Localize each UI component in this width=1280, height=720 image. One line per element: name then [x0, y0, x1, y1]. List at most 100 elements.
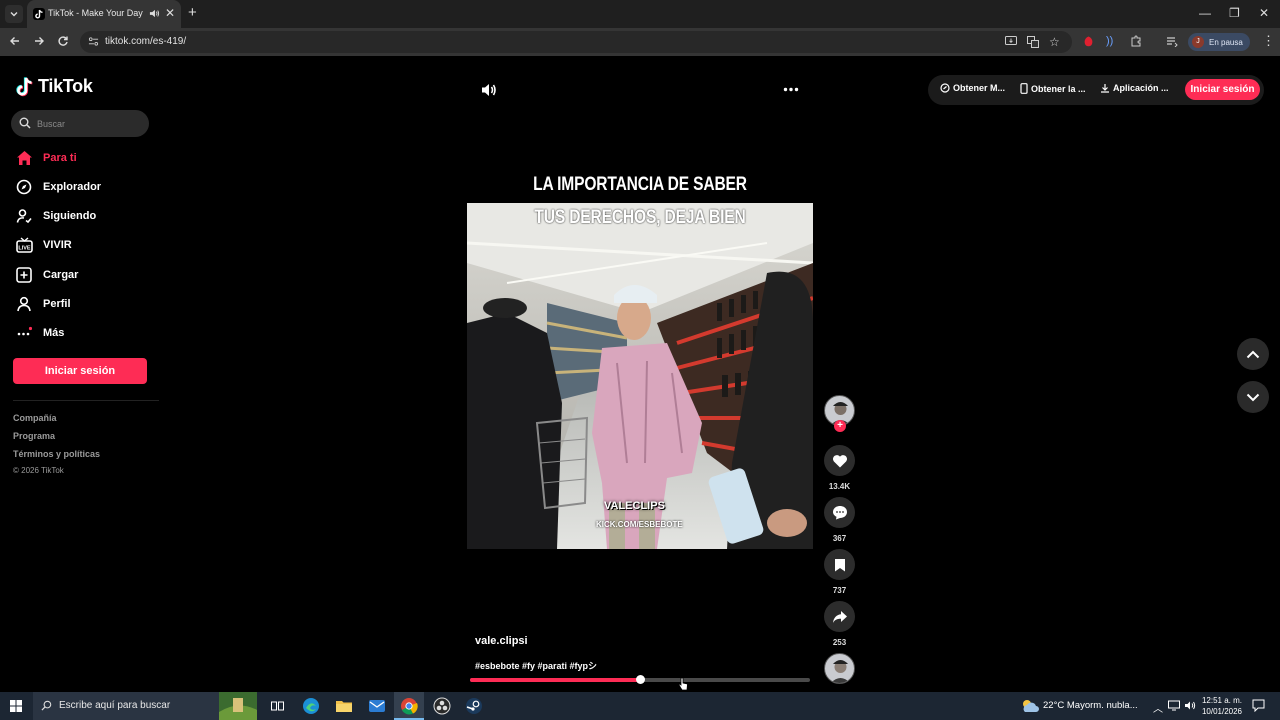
- compass-icon: [14, 177, 34, 197]
- next-video-button[interactable]: [1237, 381, 1269, 413]
- sidebar-item-cargar[interactable]: Cargar: [14, 264, 154, 286]
- search-icon: [19, 117, 31, 129]
- save-button[interactable]: [824, 549, 855, 580]
- save-count: 737: [832, 586, 847, 595]
- steam-icon[interactable]: [465, 697, 483, 715]
- tray-expand-icon[interactable]: ︿: [1153, 700, 1163, 715]
- like-button[interactable]: [824, 445, 855, 476]
- taskbar-clock[interactable]: 12:51 a. m. 10/01/2026: [1199, 695, 1245, 717]
- weather-cloud-icon[interactable]: [1020, 697, 1040, 715]
- video-author[interactable]: vale.clipsi: [475, 635, 528, 647]
- video-progress-handle[interactable]: [635, 675, 645, 684]
- copyright: © 2026 TikTok: [13, 466, 64, 475]
- video-description[interactable]: #esbebote #fy #parati #fypシ: [475, 659, 597, 672]
- previous-video-button[interactable]: [1237, 338, 1269, 370]
- profile-icon: [14, 294, 34, 314]
- follow-button[interactable]: +: [834, 420, 846, 432]
- bookmark-star-icon[interactable]: ☆: [1049, 35, 1060, 49]
- clock-date: 10/01/2026: [1201, 707, 1243, 716]
- taskbar-search[interactable]: Escribe aquí para buscar: [33, 692, 257, 720]
- sidebar-item-perfil[interactable]: Perfil: [14, 293, 154, 315]
- desktop-app-button[interactable]: Aplicación ...: [1100, 83, 1169, 93]
- sidebar-item-label: Explorador: [43, 181, 102, 193]
- share-button[interactable]: [824, 601, 855, 632]
- footer-link-terminos[interactable]: Términos y políticas: [13, 449, 100, 459]
- tab-close-icon[interactable]: ✕: [165, 7, 175, 19]
- sidebar-item-label: Más: [43, 327, 65, 339]
- heart-icon: [832, 454, 847, 467]
- browser-tab-bar: TikTok - Make Your Day ✕ + — ❐ ✕: [0, 0, 1280, 28]
- back-icon[interactable]: [9, 35, 21, 47]
- top-login-button[interactable]: Iniciar sesión: [1185, 79, 1260, 100]
- mail-icon[interactable]: [368, 697, 386, 715]
- video-caption-line-2: TUS DERECHOS, DEJA BIEN: [534, 207, 746, 228]
- notifications-icon[interactable]: [1252, 699, 1265, 712]
- get-coins-label: Obtener M...: [953, 83, 1006, 93]
- new-tab-icon[interactable]: +: [188, 5, 197, 21]
- share-icon: [832, 610, 847, 623]
- sidebar-item-label: Siguiendo: [43, 210, 97, 222]
- video-more-icon[interactable]: [783, 87, 799, 92]
- tab-title: TikTok - Make Your Day: [48, 8, 143, 18]
- volume-icon[interactable]: [481, 82, 497, 98]
- footer-link-programa[interactable]: Programa: [13, 431, 55, 441]
- browser-toolbar: tiktok.com/es-419/ ☆ )) J En pausa ⋮: [0, 28, 1280, 56]
- tab-audio-icon[interactable]: [149, 8, 160, 19]
- windows-taskbar: Escribe aquí para buscar 22°C Mayorm. nu…: [0, 692, 1280, 720]
- taskbar-search-icon: [41, 700, 52, 711]
- live-icon: LIVE: [14, 235, 34, 255]
- search-input[interactable]: [37, 116, 142, 132]
- search-box[interactable]: [11, 110, 149, 137]
- footer-link-compania[interactable]: Compañía: [13, 413, 57, 423]
- edge-icon[interactable]: [302, 697, 320, 715]
- minimize-icon[interactable]: —: [1199, 6, 1211, 20]
- taskbar-search-text: Escribe aquí para buscar: [59, 700, 171, 711]
- sidebar-login-button[interactable]: Iniciar sesión: [13, 358, 147, 384]
- site-info-icon[interactable]: [88, 36, 99, 47]
- video-caption-line-1: LA IMPORTANCIA DE SABER: [533, 174, 747, 195]
- sidebar-item-vivir[interactable]: LIVE VIVIR: [14, 234, 154, 256]
- video-progress-bar[interactable]: [470, 675, 810, 684]
- weather-text[interactable]: 22°C Mayorm. nubla...: [1043, 700, 1138, 711]
- address-bar[interactable]: tiktok.com/es-419/: [80, 31, 1072, 53]
- forward-icon[interactable]: [33, 35, 45, 47]
- file-explorer-icon[interactable]: [335, 697, 353, 715]
- window-close-icon[interactable]: ✕: [1259, 6, 1269, 20]
- windows-start-icon[interactable]: [10, 700, 22, 712]
- obs-icon[interactable]: [433, 697, 451, 715]
- browser-tab[interactable]: TikTok - Make Your Day ✕: [27, 0, 181, 28]
- sound-disc-avatar[interactable]: [824, 653, 855, 684]
- reading-list-icon[interactable]: [1166, 36, 1178, 47]
- tab-search-button[interactable]: [5, 5, 23, 23]
- comment-button[interactable]: [824, 497, 855, 528]
- extension-red-icon[interactable]: [1083, 36, 1094, 48]
- sidebar-item-mas[interactable]: Más: [14, 322, 154, 344]
- install-app-icon[interactable]: [1005, 36, 1017, 47]
- extension-wave-icon[interactable]: )): [1106, 35, 1113, 47]
- sidebar-item-label: Cargar: [43, 269, 79, 281]
- tiktok-logo[interactable]: TikTok: [16, 76, 93, 97]
- like-count: 13.4K: [828, 482, 851, 491]
- tiktok-logo-icon: [16, 76, 33, 96]
- sidebar-item-explorador[interactable]: Explorador: [14, 176, 154, 198]
- speaker-icon[interactable]: [1184, 700, 1196, 711]
- browser-menu-icon[interactable]: ⋮: [1262, 34, 1275, 47]
- get-app-button[interactable]: Obtener la ...: [1020, 83, 1086, 94]
- get-coins-button[interactable]: Obtener M...: [940, 83, 1005, 93]
- extensions-puzzle-icon[interactable]: [1130, 35, 1142, 47]
- upload-icon: [14, 265, 34, 285]
- network-icon[interactable]: [1168, 700, 1180, 711]
- comment-count: 367: [832, 534, 847, 543]
- chrome-taskbar-button[interactable]: [394, 692, 424, 720]
- task-view-icon[interactable]: [271, 700, 284, 712]
- more-icon: [14, 323, 34, 343]
- translate-icon[interactable]: [1027, 36, 1039, 48]
- svg-text:LIVE: LIVE: [18, 245, 31, 251]
- sidebar-item-para-ti[interactable]: Para ti: [14, 147, 154, 169]
- reload-icon[interactable]: [57, 35, 69, 47]
- sidebar-item-siguiendo[interactable]: Siguiendo: [14, 205, 154, 227]
- hand-cursor-icon: [678, 677, 688, 691]
- video-player[interactable]: [467, 203, 813, 549]
- restore-icon[interactable]: ❐: [1229, 6, 1240, 20]
- profile-button[interactable]: J En pausa: [1188, 33, 1250, 51]
